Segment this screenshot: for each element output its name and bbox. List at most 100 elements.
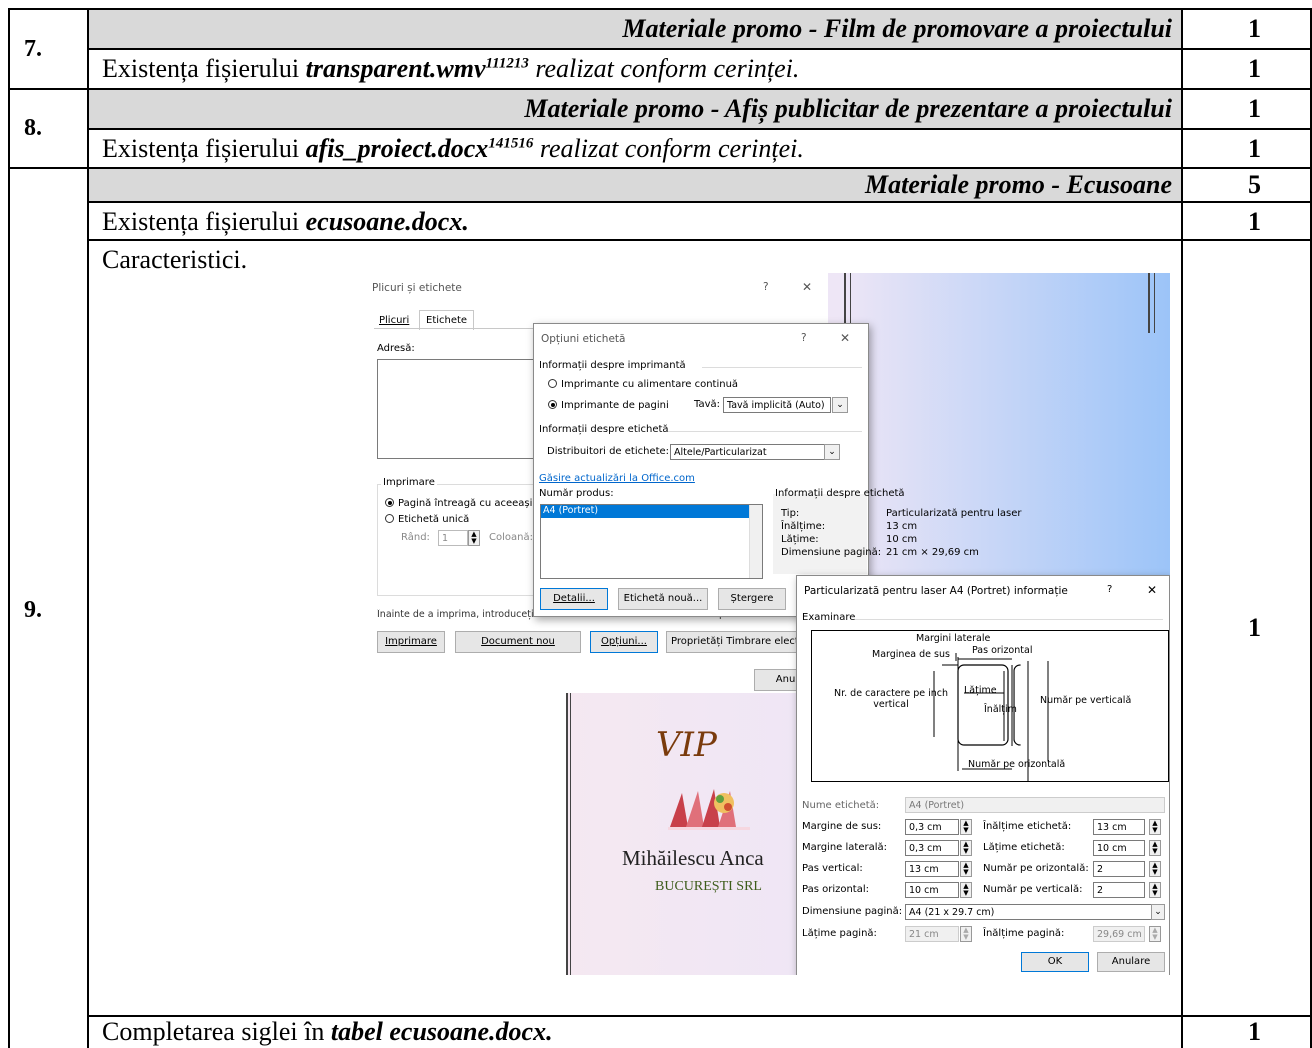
radio-full-page[interactable]: Pagină întreagă cu aceeași e bbox=[385, 497, 542, 509]
new-document-button[interactable]: Document nou bbox=[455, 631, 581, 653]
v-pitch-input[interactable]: 13 cm bbox=[905, 861, 959, 877]
num-down-label: Număr pe verticală: bbox=[983, 884, 1083, 895]
page-width-spinner[interactable]: ▲ ▼ bbox=[960, 926, 972, 942]
label-width-spinner[interactable]: ▲ ▼ bbox=[1149, 840, 1161, 856]
print-button[interactable]: Imprimare bbox=[377, 631, 445, 653]
row-input[interactable]: 1 bbox=[438, 530, 468, 546]
product-list-scrollbar[interactable] bbox=[749, 505, 762, 578]
num-across-spinner[interactable]: ▲ ▼ bbox=[1149, 861, 1161, 877]
h-pitch-input[interactable]: 10 cm bbox=[905, 882, 959, 898]
page-height-spinner[interactable]: ▲ ▼ bbox=[1149, 926, 1161, 942]
ok-button[interactable]: OK bbox=[1021, 952, 1089, 972]
row-spinner[interactable]: ▲ ▼ bbox=[468, 530, 480, 546]
radio-full-page-dot[interactable] bbox=[385, 498, 394, 507]
radio-continuous-dot[interactable] bbox=[548, 379, 557, 388]
diagram-chars-per-inch: Nr. de caractere pe inch vertical bbox=[834, 688, 948, 710]
top-margin-input[interactable]: 0,3 cm bbox=[905, 819, 959, 835]
v-pitch-spinner[interactable]: ▲ ▼ bbox=[960, 861, 972, 877]
options-button[interactable]: Opțiuni... bbox=[590, 631, 658, 653]
address-label: Adresă: bbox=[377, 343, 415, 354]
options-dialog-title: Opțiuni etichetă bbox=[541, 333, 626, 345]
row7-header: Materiale promo - Film de promovare a pr… bbox=[622, 14, 1172, 43]
row-number-7: 7. bbox=[24, 36, 42, 62]
product-number-label: Număr produs: bbox=[539, 488, 614, 499]
row9-item2-points: 1 bbox=[1248, 613, 1261, 642]
new-label-button[interactable]: Etichetă nouă... bbox=[618, 588, 708, 610]
label-height-spinner[interactable]: ▲ ▼ bbox=[1149, 819, 1161, 835]
row9-item3: Completarea siglei în tabel ecusoane.doc… bbox=[102, 1017, 553, 1046]
top-margin-spinner[interactable]: ▲ ▼ bbox=[960, 819, 972, 835]
side-margin-spinner[interactable]: ▲ ▼ bbox=[960, 840, 972, 856]
printer-info-sep bbox=[702, 367, 862, 368]
tab-envelopes[interactable]: Plicuri bbox=[379, 315, 409, 326]
row8-item-points: 1 bbox=[1248, 134, 1261, 163]
diagram-height: Înălțim bbox=[984, 704, 1017, 715]
badge-company: BUCUREȘTI SRL bbox=[655, 879, 762, 894]
row7-item-points: 1 bbox=[1248, 54, 1261, 83]
tray-select-arrow[interactable]: ⌄ bbox=[832, 397, 848, 413]
tray-select[interactable]: Tavă implicită (Auto) bbox=[723, 397, 831, 413]
row7-item: Existența fișierului transparent.wmv1112… bbox=[102, 54, 800, 83]
v-pitch-label: Pas vertical: bbox=[802, 863, 863, 874]
row-number-8: 8. bbox=[24, 115, 42, 141]
rule-8-mid bbox=[87, 128, 1312, 130]
details-dialog-title: Particularizată pentru laser A4 (Portret… bbox=[804, 585, 1068, 597]
radio-continuous[interactable]: Imprimante cu alimentare continuă bbox=[548, 378, 738, 390]
details-button[interactable]: Detalii... bbox=[540, 588, 608, 610]
num-down-input[interactable]: 2 bbox=[1093, 882, 1145, 898]
col-divider-number bbox=[87, 8, 89, 1048]
side-margin-input[interactable]: 0,3 cm bbox=[905, 840, 959, 856]
tab-labels[interactable]: Etichete bbox=[419, 310, 475, 330]
label-name-input[interactable]: A4 (Portret) bbox=[905, 797, 1165, 813]
num-across-input[interactable]: 2 bbox=[1093, 861, 1145, 877]
details-help-icon[interactable]: ? bbox=[1107, 584, 1112, 595]
side-margin-label: Margine laterală: bbox=[802, 842, 887, 853]
h-pitch-spinner[interactable]: ▲ ▼ bbox=[960, 882, 972, 898]
row9-item3-points: 1 bbox=[1248, 1017, 1261, 1046]
rule-8-9 bbox=[8, 167, 1312, 169]
page-size-label: Dimensiune pagină: bbox=[781, 547, 882, 558]
label-info-heading: Informații despre etichetă bbox=[539, 424, 669, 435]
row-label: Rând: bbox=[401, 532, 430, 543]
badge-person-name: Mihăilescu Anca bbox=[622, 846, 764, 870]
product-number-list[interactable]: A4 (Portret) bbox=[540, 504, 763, 579]
radio-single-label[interactable]: Etichetă unică bbox=[385, 513, 469, 525]
diagram-side-margins: Margini laterale bbox=[916, 633, 991, 644]
stamps-properties-button[interactable]: Proprietăți Timbrare electr bbox=[666, 631, 808, 653]
page-size-select-arrow[interactable]: ⌄ bbox=[1151, 904, 1165, 920]
column-label: Coloană: bbox=[489, 532, 533, 543]
vendors-select[interactable]: Altele/Particularizat bbox=[670, 444, 825, 460]
radio-page-printers-dot[interactable] bbox=[548, 400, 557, 409]
row9-item1-points: 1 bbox=[1248, 207, 1261, 236]
details-cancel-button[interactable]: Anulare bbox=[1097, 952, 1165, 972]
diagram-num-down: Număr pe verticală bbox=[1040, 695, 1132, 706]
address-textarea[interactable] bbox=[377, 359, 539, 459]
diagram-h-pitch: Pas orizontal bbox=[972, 645, 1033, 656]
rule-9-b bbox=[87, 239, 1312, 241]
num-down-spinner[interactable]: ▲ ▼ bbox=[1149, 882, 1161, 898]
options-close-icon[interactable]: ✕ bbox=[840, 331, 850, 345]
page-width-input[interactable]: 21 cm bbox=[905, 926, 959, 942]
rule-top bbox=[8, 8, 1312, 10]
num-across-label: Număr pe orizontală: bbox=[983, 863, 1089, 874]
preview-diagram: Margini laterale Marginea de sus Pas ori… bbox=[811, 630, 1169, 786]
office-update-link[interactable]: Găsire actualizări la Office.com bbox=[539, 473, 695, 484]
radio-page-printers[interactable]: Imprimante de pagini bbox=[548, 399, 669, 411]
preview-sep bbox=[855, 619, 1163, 620]
product-item-selected[interactable]: A4 (Portret) bbox=[541, 505, 749, 518]
details-close-icon[interactable]: ✕ bbox=[1147, 583, 1157, 597]
options-help-icon[interactable]: ? bbox=[801, 332, 807, 344]
page-height-label: Înălțime pagină: bbox=[983, 928, 1065, 939]
envelopes-close-icon[interactable]: ✕ bbox=[802, 280, 812, 294]
vendors-label: Distribuitori de etichete: bbox=[547, 446, 670, 457]
delete-button[interactable]: Ștergere bbox=[718, 588, 786, 610]
type-label: Tip: bbox=[781, 508, 800, 519]
label-name-label: Nume etichetă: bbox=[802, 800, 880, 811]
page-height-input[interactable]: 29,69 cm bbox=[1093, 926, 1145, 942]
label-height-input[interactable]: 13 cm bbox=[1093, 819, 1145, 835]
label-width-input[interactable]: 10 cm bbox=[1093, 840, 1145, 856]
vendors-select-arrow[interactable]: ⌄ bbox=[824, 444, 840, 460]
page-size-select[interactable]: A4 (21 x 29.7 cm) bbox=[905, 904, 1153, 920]
envelopes-help-icon[interactable]: ? bbox=[763, 281, 769, 293]
radio-single-label-dot[interactable] bbox=[385, 514, 394, 523]
